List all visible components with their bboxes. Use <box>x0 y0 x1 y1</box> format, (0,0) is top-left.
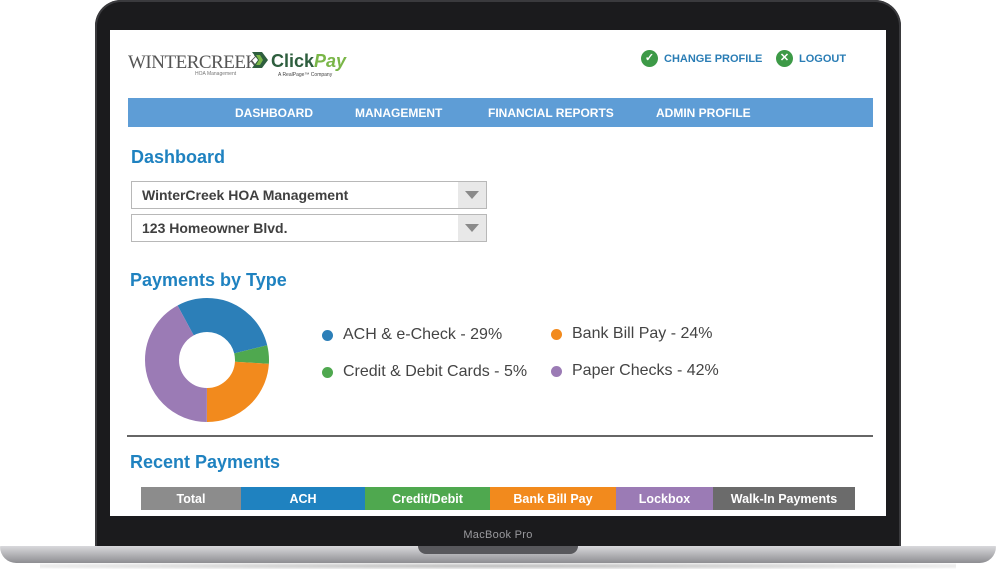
legend-dot-credit-debit <box>322 366 333 378</box>
wintercreek-logo: WINTERCREEK <box>128 52 259 73</box>
legend-dot-ach <box>322 329 333 341</box>
tab-lockbox[interactable]: Lockbox <box>616 487 713 510</box>
address-select[interactable]: 123 Homeowner Blvd. <box>131 214 487 242</box>
nav-dashboard[interactable]: DASHBOARD <box>235 106 313 120</box>
nav-management[interactable]: MANAGEMENT <box>355 106 442 120</box>
check-circle-icon: ✓ <box>641 50 658 67</box>
legend-label-credit-debit: Credit & Debit Cards - 5% <box>343 363 528 380</box>
nav-financial-reports[interactable]: FINANCIAL REPORTS <box>488 106 614 120</box>
page-title: Dashboard <box>131 147 226 167</box>
clickpay-logo-click: Click <box>271 51 315 71</box>
change-profile-label: CHANGE PROFILE <box>664 52 763 65</box>
section-divider <box>127 435 873 437</box>
tab-walk-in-payments[interactable]: Walk-In Payments <box>713 487 855 510</box>
legend-label-bank-bill-pay: Bank Bill Pay - 24% <box>572 325 713 342</box>
tab-ach[interactable]: ACH <box>241 487 365 510</box>
nav-admin-profile[interactable]: ADMIN PROFILE <box>656 106 751 120</box>
legend-item-credit-debit: Credit & Debit Cards - 5% <box>322 363 527 381</box>
legend-item-ach: ACH & e-Check - 29% <box>322 326 502 344</box>
tab-credit-debit[interactable]: Credit/Debit <box>365 487 490 510</box>
laptop-notch <box>418 546 578 554</box>
company-select[interactable]: WinterCreek HOA Management <box>131 181 487 209</box>
payments-donut-chart <box>145 298 269 422</box>
company-select-value: WinterCreek HOA Management <box>142 187 349 203</box>
main-nav: DASHBOARD MANAGEMENT FINANCIAL REPORTS A… <box>128 98 873 127</box>
clickpay-logo: ClickPay <box>271 51 346 72</box>
close-circle-icon: ✕ <box>776 50 793 67</box>
clickpay-logo-icon <box>252 52 268 68</box>
tab-total[interactable]: Total <box>141 487 241 510</box>
payments-by-type-title: Payments by Type <box>130 270 287 290</box>
recent-payments-title: Recent Payments <box>130 452 281 472</box>
clickpay-logo-pay: Pay <box>314 51 347 71</box>
wintercreek-logo-sub: HOA Management <box>195 71 237 77</box>
change-profile-link[interactable]: ✓ CHANGE PROFILE <box>641 50 762 67</box>
device-label: MacBook Pro <box>463 529 533 541</box>
legend-dot-paper-checks <box>551 365 562 377</box>
tab-bank-bill-pay[interactable]: Bank Bill Pay <box>490 487 616 510</box>
chevron-down-icon[interactable] <box>458 215 486 241</box>
laptop-shadow <box>40 563 956 569</box>
logout-label: LOGOUT <box>799 52 847 65</box>
logout-link[interactable]: ✕ LOGOUT <box>776 50 846 67</box>
legend-label-ach: ACH & e-Check - 29% <box>343 326 503 343</box>
legend-dot-bank-bill-pay <box>551 328 562 340</box>
legend-item-bank-bill-pay: Bank Bill Pay - 24% <box>551 325 713 343</box>
legend-label-paper-checks: Paper Checks - 42% <box>572 362 719 379</box>
app-screen: WINTERCREEK HOA Management ClickPay A Re… <box>110 30 886 516</box>
address-select-value: 123 Homeowner Blvd. <box>142 220 288 236</box>
clickpay-logo-sub: A RealPage™ Company <box>278 72 333 78</box>
chevron-down-icon[interactable] <box>458 182 486 208</box>
legend-item-paper-checks: Paper Checks - 42% <box>551 362 719 380</box>
recent-payments-tabs: Total ACH Credit/Debit Bank Bill Pay Loc… <box>141 487 855 510</box>
